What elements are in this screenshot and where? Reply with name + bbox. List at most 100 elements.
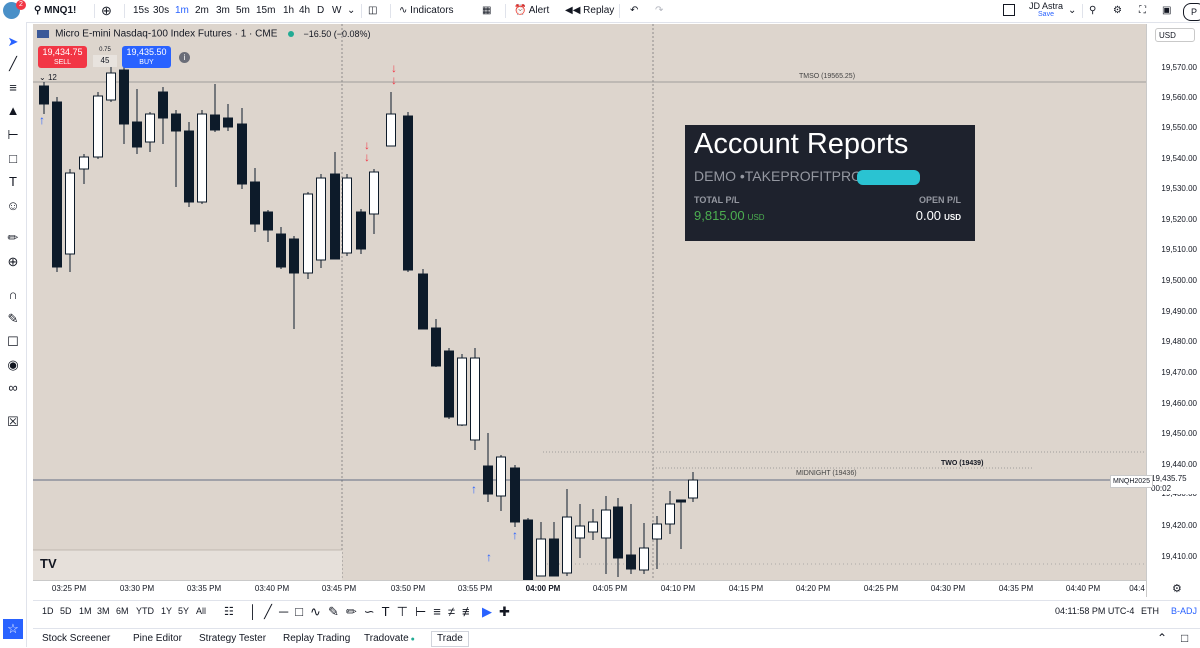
range-6m[interactable]: 6M — [116, 606, 129, 616]
interval-15s[interactable]: 15s — [133, 3, 149, 19]
trend-line-icon[interactable]: ╱ — [264, 604, 279, 619]
layout-square-icon[interactable] — [1003, 4, 1015, 16]
range-ytd[interactable]: YTD — [136, 606, 154, 616]
text-icon[interactable]: T — [382, 604, 397, 619]
session-toggle[interactable]: ETH — [1141, 606, 1159, 616]
currency-select[interactable]: USD — [1155, 28, 1195, 42]
time-axis[interactable]: 03:25 PM 03:30 PM 03:35 PM 03:40 PM 03:45 PM… — [33, 580, 1146, 598]
fib-icon[interactable]: ≡ — [5, 80, 21, 96]
current-price-tag: 19,435.75 00:02 — [1149, 474, 1199, 494]
brush-icon[interactable]: ✎ — [328, 604, 346, 619]
price-label-icon[interactable]: ⊤ — [397, 604, 415, 619]
emoji-icon[interactable]: ☺ — [5, 198, 21, 214]
publish-button[interactable]: P — [1183, 3, 1200, 21]
interval-5m[interactable]: 5m — [236, 3, 250, 19]
buy-button[interactable]: 19,435.50 BUY — [122, 46, 171, 68]
horizontal-line-icon[interactable]: ─ — [279, 604, 295, 619]
time-tick: 04:30 PM — [930, 584, 966, 593]
panel-tab-replay-trading[interactable]: Replay Trading — [283, 633, 350, 644]
interval-30s[interactable]: 30s — [153, 3, 169, 19]
collapse-icon[interactable]: ⌃ — [1157, 631, 1167, 645]
panel-tab-pine-editor[interactable]: Pine Editor — [133, 633, 182, 644]
adjust-toggle[interactable]: B-ADJ — [1171, 606, 1197, 616]
interval-w[interactable]: W — [332, 3, 341, 19]
time-tick: 03:45 PM — [321, 584, 357, 593]
trash-icon[interactable]: ☒ — [5, 414, 21, 430]
camera-icon[interactable]: ▣ — [1162, 3, 1171, 19]
quick-search-icon[interactable]: ⚲ — [1089, 3, 1096, 19]
fullscreen-icon[interactable]: ⛶ — [1139, 3, 1146, 19]
info-icon[interactable]: i — [179, 52, 190, 63]
vertical-line-icon[interactable]: │ — [249, 604, 264, 619]
interval-2m[interactable]: 2m — [195, 3, 209, 19]
range-5d[interactable]: 5D — [60, 606, 72, 616]
favorites-star-icon[interactable]: ☆ — [3, 619, 23, 639]
candlestick-chart[interactable]: ↑ ↓ ↓ ↓ ↓ ↑ ↑ ↑ — [33, 24, 1146, 580]
axis-settings-icon[interactable]: ⚙ — [1172, 582, 1182, 595]
undo-icon[interactable]: ↶ — [630, 3, 638, 19]
range-3m[interactable]: 3M — [97, 606, 110, 616]
interval-4h[interactable]: 4h — [299, 3, 310, 19]
alert-button[interactable]: ⏰ Alert — [514, 3, 549, 19]
interval-d[interactable]: D — [317, 3, 324, 19]
symbol-search[interactable]: ⚲ MNQ1! — [34, 3, 76, 19]
projection-icon[interactable]: ⊢ — [5, 127, 21, 143]
range-1y[interactable]: 1Y — [161, 606, 172, 616]
range-all[interactable]: All — [196, 606, 206, 616]
cursor-icon[interactable]: ➤ — [5, 34, 21, 50]
lock-drawing-icon[interactable]: ✎ — [5, 311, 21, 327]
price-axis[interactable]: USD 19,570.00 19,560.00 19,550.00 19,540.00… — [1146, 24, 1200, 597]
total-pl-currency: USD — [747, 213, 765, 222]
lock-icon[interactable]: ☐ — [5, 334, 21, 350]
interval-1m[interactable]: 1m — [175, 3, 189, 19]
panel-tab-stock-screener[interactable]: Stock Screener — [42, 633, 110, 644]
chart-type-icon[interactable]: ◫ — [368, 3, 377, 19]
link-icon[interactable]: ∞ — [5, 380, 21, 396]
report-title: Account Reports — [694, 128, 909, 160]
pattern-icon[interactable]: ▲ — [5, 103, 21, 119]
indicator-toggle[interactable]: ⌄ 12 — [39, 73, 57, 82]
maximize-icon[interactable]: □ — [1181, 631, 1188, 645]
panel-tab-tradovate[interactable]: Tradovate ● — [364, 633, 415, 644]
eye-icon[interactable]: ◉ — [5, 357, 21, 373]
panel-tab-strategy-tester[interactable]: Strategy Tester — [199, 633, 266, 644]
path-icon[interactable]: ∿ — [310, 604, 328, 619]
redo-icon[interactable]: ↷ — [655, 3, 663, 19]
interval-15m[interactable]: 15m — [256, 3, 275, 19]
calendar-icon[interactable]: ☷ — [224, 605, 234, 618]
trend-line-icon[interactable]: ╱ — [5, 56, 21, 72]
symbol-label: MNQ1! — [44, 5, 77, 16]
chevron-down-icon[interactable]: ⌄ — [1068, 3, 1076, 19]
interval-1h[interactable]: 1h — [283, 3, 294, 19]
play-icon[interactable]: ▶ — [482, 604, 499, 619]
add-symbol-icon[interactable]: ⊕ — [101, 3, 112, 19]
gear-icon[interactable]: ⚙ — [1113, 3, 1122, 19]
chevron-down-icon[interactable]: ⌄ — [347, 3, 355, 19]
indicators-button[interactable]: ∿ Indicators — [399, 3, 454, 19]
user-layout-menu[interactable]: JD Astra Save — [1024, 1, 1068, 21]
rectangle-icon[interactable]: □ — [295, 604, 310, 619]
magnet-icon[interactable]: ∩ — [5, 287, 21, 303]
range-5y[interactable]: 5Y — [178, 606, 189, 616]
measure-icon[interactable]: ≡ — [433, 604, 448, 619]
range-1d[interactable]: 1D — [42, 606, 54, 616]
crosshair-icon[interactable]: ✚ — [499, 604, 517, 619]
long-position-icon[interactable]: ≠ — [448, 604, 462, 619]
clock[interactable]: 04:11:58 PM UTC-4 — [1055, 606, 1134, 616]
shape-icon[interactable]: □ — [5, 151, 21, 167]
zoom-in-icon[interactable]: ⊕ — [5, 254, 21, 270]
layouts-icon[interactable]: ▦ — [482, 3, 491, 19]
sell-button[interactable]: 19,434.75 SELL — [38, 46, 87, 68]
total-pl-label: TOTAL P/L — [694, 195, 740, 205]
range-icon[interactable]: ⊢ — [415, 604, 433, 619]
curve-icon[interactable]: ∽ — [364, 604, 382, 619]
ruler-icon[interactable]: ✏ — [5, 230, 21, 246]
interval-3m[interactable]: 3m — [216, 3, 230, 19]
chart-pane[interactable]: ↑ ↓ ↓ ↓ ↓ ↑ ↑ ↑ TMSO (19565.25) MIDNIGHT… — [33, 24, 1146, 580]
text-icon[interactable]: T — [5, 174, 21, 190]
replay-button[interactable]: ◀◀ Replay — [565, 3, 614, 19]
short-position-icon[interactable]: ≢ — [462, 604, 482, 619]
range-1m[interactable]: 1M — [79, 606, 92, 616]
highlighter-icon[interactable]: ✏ — [346, 604, 364, 619]
panel-tab-trade[interactable]: Trade — [431, 631, 469, 647]
